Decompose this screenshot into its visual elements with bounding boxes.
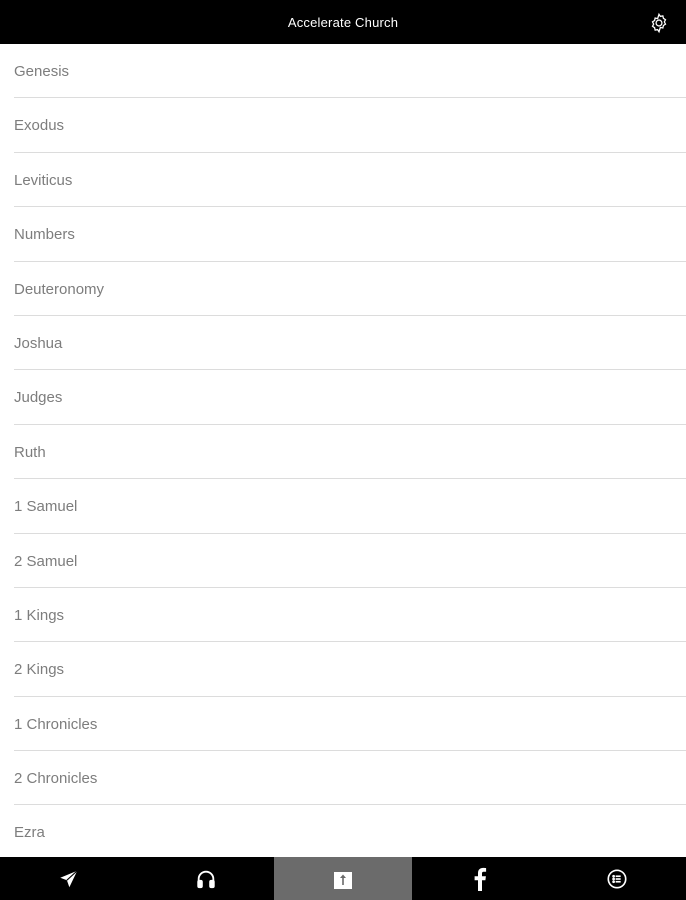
- tab-menu[interactable]: [549, 857, 686, 900]
- book-list: Genesis Exodus Leviticus Numbers Deutero…: [0, 44, 686, 857]
- list-circle-icon: [607, 868, 627, 889]
- send-icon: [59, 869, 78, 887]
- tab-bible[interactable]: [274, 857, 412, 900]
- book-item-2-samuel[interactable]: 2 Samuel: [14, 534, 686, 588]
- book-label: 2 Kings: [14, 661, 65, 679]
- book-label: 1 Kings: [14, 606, 65, 624]
- book-label: Leviticus: [14, 171, 73, 189]
- book-label: Judges: [14, 389, 63, 407]
- headphones-icon: [197, 870, 215, 888]
- book-label: Numbers: [14, 226, 75, 244]
- book-label: Ezra: [14, 824, 45, 842]
- book-item-2-chronicles[interactable]: 2 Chronicles: [14, 751, 686, 806]
- book-label: Joshua: [14, 334, 63, 352]
- book-item-1-chronicles[interactable]: 1 Chronicles: [14, 697, 686, 752]
- book-item-judges[interactable]: Judges: [14, 370, 686, 425]
- book-item-deuteronomy[interactable]: Deuteronomy: [14, 262, 686, 316]
- book-label: Exodus: [14, 117, 65, 135]
- app-screen: Accelerate Church Genesis Exodus Levitic…: [0, 0, 686, 900]
- book-item-numbers[interactable]: Numbers: [14, 207, 686, 262]
- book-item-genesis[interactable]: Genesis: [14, 44, 686, 99]
- app-title: Accelerate Church: [287, 15, 399, 30]
- book-label: 1 Samuel: [14, 498, 78, 516]
- book-label: 2 Samuel: [14, 552, 78, 570]
- tab-audio[interactable]: [137, 857, 274, 900]
- book-item-leviticus[interactable]: Leviticus: [14, 153, 686, 208]
- tab-facebook[interactable]: [412, 857, 549, 900]
- book-label: Genesis: [14, 63, 70, 80]
- bible-icon: [334, 868, 352, 889]
- book-item-1-samuel[interactable]: 1 Samuel: [14, 479, 686, 534]
- book-label: Ruth: [14, 443, 46, 461]
- book-item-ezra[interactable]: Ezra: [14, 805, 686, 857]
- book-label: 1 Chronicles: [14, 715, 98, 733]
- tab-send[interactable]: [0, 857, 137, 900]
- book-label: Deuteronomy: [14, 280, 105, 298]
- book-item-joshua[interactable]: Joshua: [14, 316, 686, 371]
- book-item-exodus[interactable]: Exodus: [14, 98, 686, 153]
- book-item-ruth[interactable]: Ruth: [14, 425, 686, 480]
- gear-icon: [651, 12, 667, 34]
- facebook-icon: [474, 867, 487, 891]
- bottom-tab-bar: [0, 857, 686, 900]
- book-label: 2 Chronicles: [14, 770, 98, 788]
- top-bar: Accelerate Church: [0, 0, 686, 44]
- settings-button[interactable]: [646, 10, 672, 36]
- book-item-1-kings[interactable]: 1 Kings: [14, 588, 686, 643]
- book-item-2-kings[interactable]: 2 Kings: [14, 642, 686, 697]
